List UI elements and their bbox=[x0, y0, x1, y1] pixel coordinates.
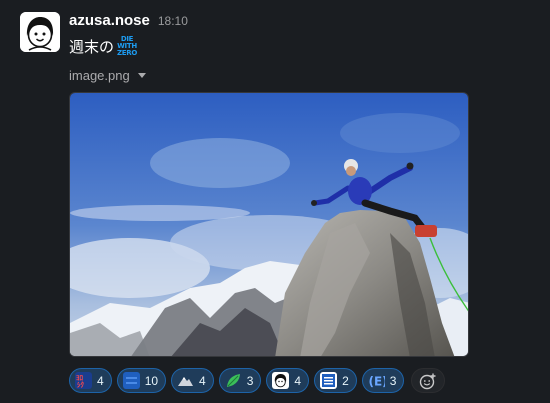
username[interactable]: azusa.nose bbox=[69, 12, 150, 29]
reaction-count: 2 bbox=[342, 373, 349, 388]
face-avatar-emoji-icon bbox=[272, 372, 290, 389]
reaction-count: 3 bbox=[246, 373, 254, 388]
svg-text:ｼｸ: ｼｸ bbox=[77, 381, 84, 389]
add-emoji-icon bbox=[420, 373, 436, 389]
avatar[interactable] bbox=[20, 12, 60, 52]
kanji-badge-emoji-icon bbox=[320, 372, 338, 389]
message-body: 週末の bbox=[69, 38, 115, 56]
attached-image[interactable] bbox=[69, 92, 469, 357]
emoji-line-3: ZERO bbox=[117, 48, 138, 57]
reaction-pill[interactable]: 4 bbox=[171, 368, 214, 393]
mountain-climber-photo bbox=[70, 93, 468, 356]
add-reaction-button[interactable] bbox=[411, 368, 446, 393]
reaction-pill[interactable]: 2 bbox=[314, 368, 357, 393]
green-leaf-emoji-icon bbox=[225, 372, 242, 389]
reaction-pill[interactable]: 3 bbox=[218, 368, 262, 393]
die-with-zero-emoji-icon: DIE WITH ZERO bbox=[116, 35, 138, 57]
letter-e-emoji-icon: (E) bbox=[368, 372, 385, 389]
blue-square-emoji-icon bbox=[122, 372, 140, 389]
chevron-down-icon[interactable] bbox=[137, 72, 146, 78]
reaction-pill[interactable]: 10 bbox=[116, 368, 167, 393]
timestamp[interactable]: 18:10 bbox=[158, 14, 188, 28]
reaction-pill[interactable]: ﾖﾛ ｼｸ 4 bbox=[69, 368, 112, 393]
reaction-pill[interactable]: 4 bbox=[266, 368, 310, 393]
message-header: azusa.nose 18:10 bbox=[69, 12, 188, 32]
reaction-count: 4 bbox=[199, 373, 206, 388]
reactions-bar: ﾖﾛ ｼｸ 4 10 4 3 4 2 (E 3 bbox=[69, 368, 446, 393]
attachment-file-name[interactable]: image.png bbox=[69, 68, 130, 83]
svg-text:(E): (E) bbox=[368, 375, 385, 389]
message: azusa.nose 18:10 週末の DIE WITH ZERO image… bbox=[0, 0, 550, 403]
reaction-pill[interactable]: (E) 3 bbox=[361, 368, 405, 393]
attachment-header[interactable]: image.png bbox=[69, 66, 146, 84]
reaction-count: 4 bbox=[97, 373, 104, 388]
reaction-count: 10 bbox=[144, 373, 159, 388]
lettered-emoji-red-blue-icon: ﾖﾛ ｼｸ bbox=[75, 372, 92, 389]
reaction-count: 4 bbox=[294, 373, 302, 388]
reaction-count: 3 bbox=[389, 373, 397, 388]
mountain-emoji-icon bbox=[177, 372, 194, 389]
message-text: 週末の DIE WITH ZERO bbox=[69, 35, 138, 57]
face-avatar-icon bbox=[20, 12, 60, 52]
